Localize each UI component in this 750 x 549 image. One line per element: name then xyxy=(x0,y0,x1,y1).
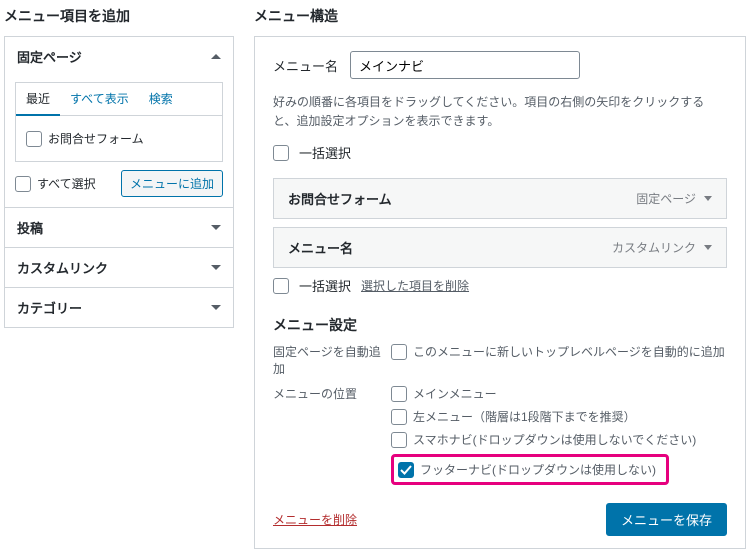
menu-item-title: メニュー名 xyxy=(288,238,353,257)
save-menu-button[interactable]: メニューを保存 xyxy=(606,503,727,536)
checkbox-location-sp[interactable] xyxy=(391,432,407,448)
accordion-body: 最近 すべて表示 検索 お問合せフォーム xyxy=(5,82,233,207)
add-to-menu-button[interactable]: メニューに追加 xyxy=(121,170,223,197)
chevron-up-icon xyxy=(211,54,221,59)
checkbox-location-left[interactable] xyxy=(391,409,407,425)
menu-name-input[interactable] xyxy=(350,51,580,79)
menu-item[interactable]: メニュー名 カスタムリンク xyxy=(273,227,727,268)
accordion-label: カテゴリー xyxy=(17,298,82,317)
accordion-custom-link[interactable]: カスタムリンク xyxy=(5,248,233,287)
checkbox-bulk-select-top[interactable] xyxy=(273,145,289,161)
bulk-select-label: 一括選択 xyxy=(299,276,351,295)
accordion-category[interactable]: カテゴリー xyxy=(5,288,233,327)
help-text: 好みの順番に各項目をドラッグしてください。項目の右側の矢印をクリックすると、追加… xyxy=(273,93,727,131)
add-items-title: メニュー項目を追加 xyxy=(4,6,234,26)
accordion-fixed-pages[interactable]: 固定ページ xyxy=(5,37,233,76)
checkbox-select-all[interactable] xyxy=(15,176,31,192)
auto-add-label: 固定ページを自動追加 xyxy=(273,343,383,377)
tab-all[interactable]: すべて表示 xyxy=(60,83,139,115)
checkbox-auto-add[interactable] xyxy=(391,344,407,360)
locations-label: メニューの位置 xyxy=(273,385,383,402)
checkbox-location-main[interactable] xyxy=(391,386,407,402)
chevron-down-icon xyxy=(211,265,221,270)
accordion-label: 投稿 xyxy=(17,218,43,237)
menu-item[interactable]: お問合せフォーム 固定ページ xyxy=(273,178,727,219)
checkbox-page-contact[interactable] xyxy=(26,131,42,147)
menu-name-label: メニュー名 xyxy=(273,56,338,75)
chevron-down-icon[interactable] xyxy=(704,196,712,201)
location-option: スマホナビ(ドロップダウンは使用しないでください) xyxy=(413,431,696,448)
location-option: 左メニュー（階層は1段階下までを推奨） xyxy=(413,408,636,425)
chevron-down-icon xyxy=(211,225,221,230)
chevron-down-icon[interactable] xyxy=(704,245,712,250)
checkbox-bulk-select-bottom[interactable] xyxy=(273,278,289,294)
menu-structure-title: メニュー構造 xyxy=(254,6,746,26)
menu-item-title: お問合せフォーム xyxy=(288,189,392,208)
select-all-label: すべて選択 xyxy=(37,175,96,192)
location-option: フッターナビ(ドロップダウンは使用しない) xyxy=(420,461,656,478)
tab-search[interactable]: 検索 xyxy=(139,83,183,115)
chevron-down-icon xyxy=(211,305,221,310)
accordion-posts[interactable]: 投稿 xyxy=(5,208,233,247)
checkbox-location-footer[interactable] xyxy=(398,462,414,478)
accordion-label: 固定ページ xyxy=(17,47,82,66)
delete-selected-link[interactable]: 選択した項目を削除 xyxy=(361,277,469,294)
accordion-label: カスタムリンク xyxy=(17,258,108,277)
tab-recent[interactable]: 最近 xyxy=(16,83,60,116)
menu-settings-title: メニュー設定 xyxy=(273,315,727,335)
highlight-box: フッターナビ(ドロップダウンは使用しない) xyxy=(391,454,669,485)
delete-menu-link[interactable]: メニューを削除 xyxy=(273,511,357,528)
location-option: メインメニュー xyxy=(413,385,497,402)
menu-item-type: カスタムリンク xyxy=(612,239,696,256)
bulk-select-label: 一括選択 xyxy=(299,143,351,162)
auto-add-option: このメニューに新しいトップレベルページを自動的に追加 xyxy=(413,343,725,360)
accordion-group: 固定ページ 最近 すべて表示 検索 xyxy=(4,36,234,328)
page-item-label: お問合せフォーム xyxy=(48,130,144,147)
menu-item-type: 固定ページ xyxy=(636,190,696,207)
